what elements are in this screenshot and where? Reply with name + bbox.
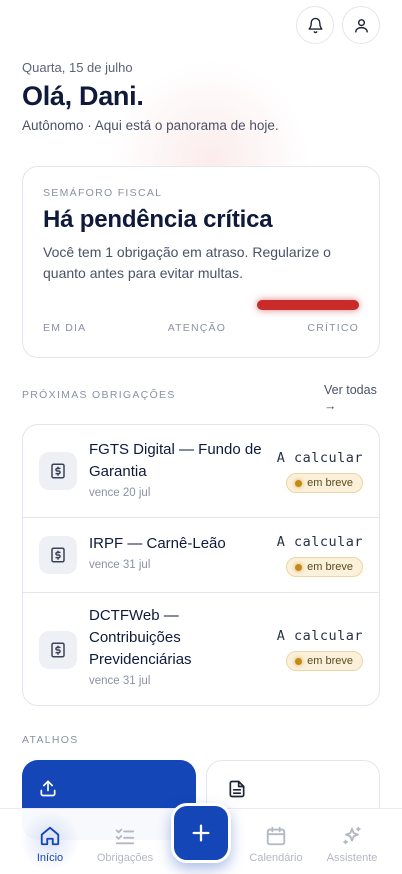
traffic-light-critical-indicator <box>257 300 359 310</box>
obligation-amount: A calcular <box>276 450 363 466</box>
plus-icon <box>192 824 210 842</box>
obligations-section-label: PRÓXIMAS OBRIGAÇÕES <box>22 389 176 401</box>
status-dot <box>295 657 303 665</box>
receipt-icon <box>39 452 77 490</box>
obligation-text: FGTS Digital — Fundo de Garantia vence 2… <box>89 439 269 499</box>
tab-calendario[interactable]: Calendário <box>238 809 314 874</box>
add-button[interactable] <box>171 803 231 863</box>
document-icon <box>229 780 245 798</box>
fiscal-status-card[interactable]: SEMÁFORO FISCAL Há pendência crítica Voc… <box>22 166 380 358</box>
top-actions <box>296 6 380 44</box>
obligation-text: IRPF — Carnê-Leão vence 31 jul <box>89 533 269 571</box>
shortcuts-section-label: ATALHOS <box>22 734 79 746</box>
notifications-button[interactable] <box>296 6 334 44</box>
checklist-icon <box>115 828 135 845</box>
status-badge-label: em breve <box>307 477 353 489</box>
sparkles-icon <box>343 826 361 845</box>
obligation-due-date: vence 31 jul <box>89 559 151 571</box>
fiscal-status-description: Você tem 1 obrigação em atraso. Regulari… <box>43 244 331 281</box>
status-badge: em breve <box>286 557 363 577</box>
obligation-row[interactable]: DCTFWeb — Contribuições Previdenciárias … <box>23 593 379 705</box>
obligation-row[interactable]: IRPF — Carnê-Leão vence 31 jul A calcula… <box>23 518 379 593</box>
obligation-due-date: vence 20 jul <box>89 487 151 499</box>
see-all-label: Ver todas <box>324 383 377 397</box>
receipt-icon <box>39 536 77 574</box>
bottom-tab-bar: Início Obrigações Calendário Assistente <box>0 803 402 874</box>
tab-obrigacoes[interactable]: Obrigações <box>87 809 163 874</box>
receipt-icon <box>39 631 77 669</box>
tab-assistente[interactable]: Assistente <box>314 809 390 874</box>
obligation-text: DCTFWeb — Contribuições Previdenciárias … <box>89 605 259 687</box>
arrow-right-icon: → <box>324 399 337 413</box>
obligations-list: FGTS Digital — Fundo de Garantia vence 2… <box>22 424 380 706</box>
bell-icon <box>307 17 323 33</box>
status-badge: em breve <box>286 473 363 493</box>
calendar-icon <box>266 826 286 846</box>
obligation-row[interactable]: FGTS Digital — Fundo de Garantia vence 2… <box>23 425 379 518</box>
level-attention-label: ATENÇÃO <box>167 322 227 334</box>
current-date: Quarta, 15 de julho <box>22 60 133 75</box>
traffic-light-bar <box>43 300 359 310</box>
tab-label: Início <box>36 852 64 864</box>
home-icon <box>40 826 60 846</box>
see-all-link[interactable]: Ver todas → <box>324 382 380 414</box>
profile-button[interactable] <box>342 6 380 44</box>
traffic-light-labels: EM DIA ATENÇÃO CRÍTICO <box>43 322 359 334</box>
obligation-due-date: vence 31 jul <box>89 675 151 687</box>
status-badge: em breve <box>286 651 363 671</box>
fiscal-status-eyebrow: SEMÁFORO FISCAL <box>43 187 163 199</box>
obligation-amount: A calcular <box>276 628 363 644</box>
level-ok-label: EM DIA <box>43 322 87 334</box>
obligation-title: DCTFWeb — Contribuições Previdenciárias <box>89 607 192 668</box>
greeting-block: Quarta, 15 de julho Olá, Dani. Autônomo … <box>22 60 382 133</box>
level-critical-label: CRÍTICO <box>307 322 359 334</box>
greeting-subtitle: Autônomo · Aqui está o panorama de hoje. <box>22 118 279 133</box>
status-dot <box>295 479 303 487</box>
status-badge-label: em breve <box>307 561 353 573</box>
tab-label: Obrigações <box>96 852 154 864</box>
obligation-amount: A calcular <box>276 534 363 550</box>
user-icon <box>354 18 368 33</box>
status-badge-label: em breve <box>307 655 353 667</box>
tab-label: Assistente <box>326 852 378 864</box>
obligation-title: IRPF — Carnê-Leão <box>89 535 226 552</box>
fiscal-status-title: Há pendência crítica <box>43 206 273 233</box>
status-dot <box>295 563 303 571</box>
greeting-title: Olá, Dani. <box>22 81 144 111</box>
obligation-title: FGTS Digital — Fundo de Garantia <box>89 441 262 480</box>
tab-label: Calendário <box>249 852 303 864</box>
tab-inicio[interactable]: Início <box>12 809 88 874</box>
upload-icon <box>40 780 56 797</box>
